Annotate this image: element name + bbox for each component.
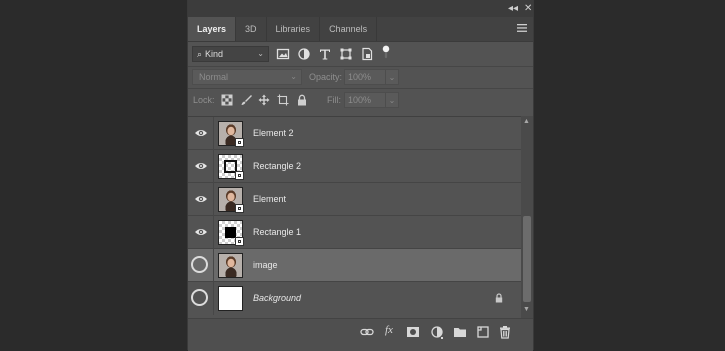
visibility-toggle[interactable] bbox=[188, 216, 214, 249]
smart-object-filter-icon[interactable] bbox=[360, 47, 374, 61]
lock-icon[interactable] bbox=[495, 293, 503, 303]
lock-label: Lock: bbox=[193, 95, 215, 105]
chevron-down-icon: ⌄ bbox=[257, 49, 264, 58]
layer-name[interactable]: image bbox=[253, 260, 278, 270]
lock-paint-icon[interactable] bbox=[240, 94, 252, 106]
layer-name[interactable]: Element 2 bbox=[253, 128, 294, 138]
lock-row: Lock: Fill: 100% ⌄ bbox=[188, 90, 533, 110]
layer-name[interactable]: Rectangle 2 bbox=[253, 161, 301, 171]
lock-artboard-icon[interactable] bbox=[277, 94, 289, 106]
fill-field[interactable]: 100% bbox=[344, 92, 386, 108]
layer-row-background[interactable]: Background bbox=[188, 282, 521, 315]
panel-tabs: Layers 3D Libraries Channels bbox=[188, 17, 533, 42]
hidden-circle-icon bbox=[191, 289, 208, 306]
close-icon[interactable]: ✕ bbox=[524, 2, 532, 15]
visibility-toggle[interactable] bbox=[188, 249, 214, 282]
filter-toggle-icon[interactable] bbox=[379, 45, 393, 59]
add-mask-icon[interactable] bbox=[406, 325, 420, 339]
link-layers-icon[interactable] bbox=[360, 325, 374, 339]
layers-panel: ◂◂ ✕ Layers 3D Libraries Channels ⌕ Kind… bbox=[187, 0, 534, 351]
blend-mode-value: Normal bbox=[199, 72, 229, 82]
shape-filter-icon[interactable] bbox=[339, 47, 353, 61]
visibility-toggle[interactable] bbox=[188, 150, 214, 183]
hidden-circle-icon bbox=[191, 256, 208, 273]
visibility-toggle[interactable] bbox=[188, 282, 214, 315]
fx-icon[interactable]: fx bbox=[385, 324, 399, 338]
layer-thumbnail bbox=[218, 187, 244, 213]
image-filter-icon[interactable] bbox=[276, 47, 290, 61]
layer-list-scrollbar[interactable]: ▲ ▼ bbox=[521, 116, 533, 318]
tab-layers[interactable]: Layers bbox=[188, 17, 237, 41]
layer-row-image[interactable]: image bbox=[188, 249, 521, 282]
scroll-up-icon[interactable]: ▲ bbox=[523, 118, 530, 125]
lock-all-icon[interactable] bbox=[296, 94, 308, 106]
adjustment-filter-icon[interactable] bbox=[297, 47, 311, 61]
smart-object-badge-icon bbox=[235, 204, 244, 213]
smart-object-badge-icon bbox=[235, 171, 244, 180]
layer-thumbnail bbox=[218, 220, 244, 246]
tab-channels[interactable]: Channels bbox=[320, 17, 378, 41]
layers-bottom-toolbar: fx bbox=[188, 318, 533, 351]
panel-menu-icon[interactable] bbox=[517, 23, 527, 33]
blend-mode-select[interactable]: Normal ⌄ bbox=[192, 69, 302, 85]
tab-libraries[interactable]: Libraries bbox=[267, 17, 321, 41]
opacity-label: Opacity: bbox=[309, 72, 343, 82]
layer-thumbnail bbox=[218, 286, 243, 311]
new-layer-icon[interactable] bbox=[476, 325, 490, 339]
tab-3d[interactable]: 3D bbox=[236, 17, 267, 41]
layer-name[interactable]: Rectangle 1 bbox=[253, 227, 301, 237]
scroll-thumb[interactable] bbox=[523, 216, 531, 302]
lock-transparent-icon[interactable] bbox=[221, 94, 233, 106]
smart-object-badge-icon bbox=[235, 237, 244, 246]
smart-object-badge-icon bbox=[235, 138, 244, 147]
kind-filter-select[interactable]: ⌕ Kind ⌄ bbox=[192, 46, 269, 62]
eye-icon bbox=[195, 196, 207, 202]
layer-thumbnail bbox=[218, 154, 244, 180]
layer-row-rectangle-1[interactable]: Rectangle 1 bbox=[188, 216, 521, 249]
chevron-down-icon: ⌄ bbox=[290, 72, 297, 81]
layer-row-rectangle-2[interactable]: Rectangle 2 bbox=[188, 150, 521, 183]
fill-chevron-icon[interactable]: ⌄ bbox=[385, 92, 399, 108]
layer-row-element[interactable]: Element bbox=[188, 183, 521, 216]
layer-list: Element 2 Rectangle 2 Element Rectangle … bbox=[188, 116, 521, 319]
visibility-toggle[interactable] bbox=[188, 183, 214, 216]
fill-label: Fill: bbox=[327, 95, 341, 105]
layer-thumbnail bbox=[218, 253, 243, 278]
eye-icon bbox=[195, 229, 207, 235]
collapse-icon[interactable]: ◂◂ bbox=[508, 2, 518, 15]
eye-icon bbox=[195, 130, 207, 136]
layer-row-element-2[interactable]: Element 2 bbox=[188, 117, 521, 150]
new-group-icon[interactable] bbox=[453, 325, 467, 339]
divider bbox=[188, 88, 533, 89]
new-adjustment-icon[interactable] bbox=[430, 325, 444, 339]
eye-icon bbox=[195, 163, 207, 169]
visibility-toggle[interactable] bbox=[188, 117, 214, 150]
opacity-field[interactable]: 100% bbox=[344, 69, 386, 85]
blend-row: Normal ⌄ Opacity: 100% ⌄ bbox=[188, 67, 533, 87]
kind-filter-label: Kind bbox=[205, 49, 224, 59]
lock-position-icon[interactable] bbox=[258, 94, 270, 106]
delete-layer-icon[interactable] bbox=[498, 325, 512, 339]
search-icon: ⌕ bbox=[197, 48, 203, 59]
layer-thumbnail bbox=[218, 121, 244, 147]
layer-name[interactable]: Element bbox=[253, 194, 286, 204]
layer-name[interactable]: Background bbox=[253, 293, 301, 303]
opacity-chevron-icon[interactable]: ⌄ bbox=[385, 69, 399, 85]
type-filter-icon[interactable] bbox=[318, 47, 332, 61]
panel-title-strip: ◂◂ ✕ bbox=[188, 0, 533, 17]
filter-row: ⌕ Kind ⌄ bbox=[188, 43, 533, 65]
scroll-down-icon[interactable]: ▼ bbox=[523, 306, 530, 313]
